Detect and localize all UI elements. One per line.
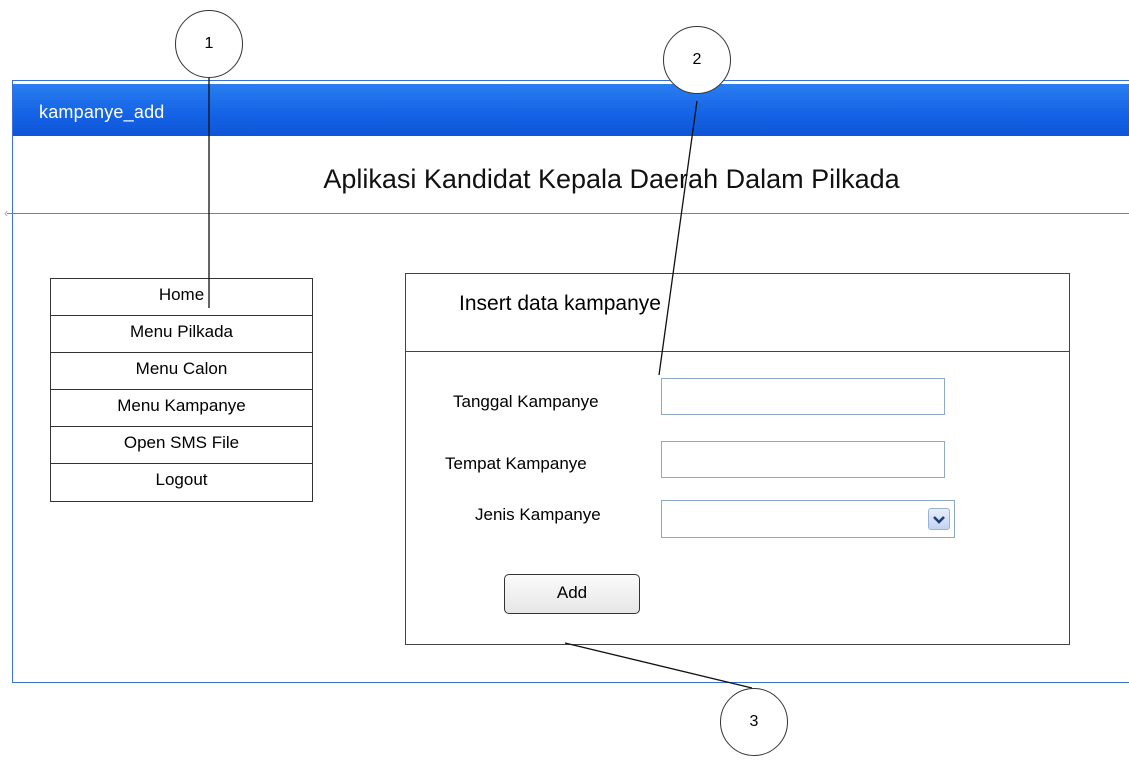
tempat-kampanye-input[interactable] <box>661 441 945 478</box>
tanggal-kampanye-input[interactable] <box>661 378 945 415</box>
app-window: kampanye_add Aplikasi Kandidat Kepala Da… <box>4 80 1129 683</box>
window-title: kampanye_add <box>39 102 165 122</box>
tempat-kampanye-label: Tempat Kampanye <box>445 454 587 473</box>
menu-item-open-sms-file[interactable]: Open SMS File <box>51 427 312 464</box>
header-divider <box>7 213 1129 214</box>
menu-item-kampanye[interactable]: Menu Kampanye <box>51 390 312 427</box>
add-button[interactable]: Add <box>504 574 640 614</box>
callout-3: 3 <box>720 688 788 756</box>
jenis-kampanye-select[interactable] <box>661 500 955 538</box>
callout-2: 2 <box>663 26 731 94</box>
menu-item-pilkada[interactable]: Menu Pilkada <box>51 316 312 353</box>
title-bar: kampanye_add <box>13 84 1129 136</box>
form-title: Insert data kampanye <box>459 292 661 315</box>
chevron-down-icon[interactable] <box>928 508 950 530</box>
menu-item-home[interactable]: Home <box>51 279 312 316</box>
tanggal-kampanye-label: Tanggal Kampanye <box>453 392 599 411</box>
page-title: Aplikasi Kandidat Kepala Daerah Dalam Pi… <box>323 164 900 194</box>
form-panel: Insert data kampanye Tanggal Kampanye Te… <box>405 273 1070 645</box>
menu-item-logout[interactable]: Logout <box>51 464 312 502</box>
jenis-kampanye-label: Jenis Kampanye <box>475 505 601 524</box>
callout-1: 1 <box>175 10 243 78</box>
form-header: Insert data kampanye <box>406 274 1069 352</box>
menu-item-calon[interactable]: Menu Calon <box>51 353 312 390</box>
sidebar-menu: Home Menu Pilkada Menu Calon Menu Kampan… <box>50 278 313 502</box>
